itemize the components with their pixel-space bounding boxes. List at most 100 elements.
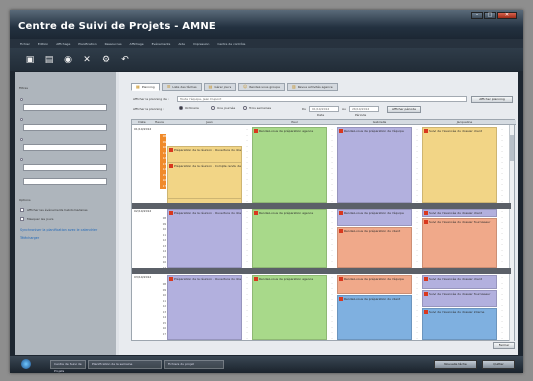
column-header-jean[interactable]: Jean: [167, 120, 252, 125]
planning-event[interactable]: Rendez-vous de préparation de l'équipe: [337, 127, 412, 203]
time-slot-column: – – – – – – – – – – – –: [413, 275, 421, 341]
menu-item-impression[interactable]: Impression: [193, 42, 209, 46]
planning-event[interactable]: Rendez-vous de préparation agence: [252, 127, 327, 203]
tab-group-meeting[interactable]: ☺ Rendez-vous groupe: [238, 83, 285, 91]
sidebar-field-2[interactable]: [23, 124, 107, 131]
minimize-button[interactable]: –: [471, 12, 483, 19]
event-title: Préparation de la réunion · Compte rendu…: [174, 163, 241, 168]
taskbar: Centre de Suivi de Projets Planification…: [10, 356, 523, 373]
sidebar-field-3[interactable]: [23, 144, 107, 151]
sidebar-checkbox-weekly[interactable]: Afficher les évènements hebdomadaires: [20, 208, 88, 212]
close-button[interactable]: ✕: [497, 12, 517, 19]
planning-event[interactable]: Préparation de la réunion · Ouverture du…: [167, 209, 242, 268]
quit-button[interactable]: Quitter: [482, 360, 515, 369]
day-separator: [132, 268, 511, 274]
sidebar-link-download[interactable]: Télécharger: [20, 236, 39, 240]
list-icon[interactable]: ▤: [44, 55, 54, 65]
sidebar-field-1[interactable]: [23, 104, 107, 111]
planning-event[interactable]: Préparation de la réunion · Compte rendu…: [167, 161, 242, 200]
tab-label: Rendez-vous groupe: [249, 85, 280, 89]
sidebar-radio[interactable]: [20, 138, 23, 141]
tab-label: Revue activités agence: [297, 85, 333, 89]
radio-dot-icon[interactable]: [179, 106, 183, 110]
planning-event[interactable]: Préparation de la réunion · Ouverture du…: [167, 275, 242, 340]
event-flag-icon: [254, 129, 258, 133]
planning-event[interactable]: Rendez-vous de préparation agence: [252, 209, 327, 268]
event-flag-icon: [339, 211, 343, 215]
planning-event[interactable]: Suivi de l'avancée du dossier interne: [422, 308, 497, 340]
apply-period-button[interactable]: Afficher période: [387, 106, 421, 113]
event-flag-icon: [169, 148, 173, 153]
window-controls: – □ ✕: [471, 12, 517, 19]
planning-event[interactable]: Rendez-vous de préparation du client: [337, 294, 412, 340]
menu-item-affichage-2[interactable]: Affichage: [130, 42, 144, 46]
menu-item-edition[interactable]: Edition: [38, 42, 48, 46]
planning-event[interactable]: Suivi de l'avancée du dossier client: [422, 127, 497, 203]
checkbox-icon[interactable]: [20, 217, 24, 221]
taskbar-item-fichiers[interactable]: Fichiers du projet: [164, 360, 224, 369]
menu-bar: Fichier Edition Affichage Planification …: [10, 39, 523, 48]
radio-dot-icon[interactable]: [243, 106, 247, 110]
event-title: Rendez-vous de préparation du client: [344, 229, 401, 233]
menu-item-affichage[interactable]: Affichage: [56, 42, 70, 46]
planning-event[interactable]: Suivi de l'avancée du dossier client: [422, 275, 497, 289]
date-caption: Date: [317, 113, 325, 117]
new-document-icon[interactable]: ▣: [25, 55, 35, 65]
start-orb-icon[interactable]: [21, 359, 31, 369]
tab-agency-review[interactable]: ▥ Revue activités agence: [286, 83, 338, 91]
tab-planning[interactable]: ▦ Planning: [131, 83, 160, 91]
sidebar-link-sync[interactable]: Synchroniser la planification avec le ca…: [20, 228, 97, 232]
column-header-gabrielle[interactable]: Gabrielle: [337, 120, 422, 125]
tab-label: Liste des tâches: [172, 85, 197, 89]
delete-icon[interactable]: ✕: [82, 55, 92, 65]
sidebar-checkbox-hide-days[interactable]: Masquer les jours: [20, 217, 53, 221]
planning-event[interactable]: Rendez-vous de préparation de l'équipe: [337, 209, 412, 226]
planning-event[interactable]: Suivi de l'avancée du dossier fournisseu…: [422, 218, 497, 268]
planning-event[interactable]: Rendez-vous de préparation du client: [337, 227, 412, 268]
hour-label: 17: [160, 183, 166, 189]
column-header-paul[interactable]: Paul: [252, 120, 337, 125]
event-title: Rendez-vous de préparation du client: [344, 296, 401, 301]
radio-label: Ordinaire: [185, 106, 199, 110]
planning-event[interactable]: Rendez-vous de préparation agence: [252, 275, 327, 340]
record-icon[interactable]: ◉: [63, 55, 73, 65]
radio-three-weeks[interactable]: Trois semaines: [243, 106, 271, 110]
sidebar-radio[interactable]: [20, 158, 23, 161]
menu-item-planification[interactable]: Planification: [78, 42, 96, 46]
radio-ordinary[interactable]: Ordinaire: [179, 106, 199, 110]
tab-manage-days[interactable]: ▤ Gérer jours: [203, 83, 237, 91]
planning-event[interactable]: Rendez-vous de préparation de l'équipe: [337, 275, 412, 294]
new-task-button[interactable]: Nouvelle tâche: [434, 360, 477, 369]
to-date-input[interactable]: 26/10/2012: [349, 106, 379, 112]
maximize-button[interactable]: □: [484, 12, 496, 19]
taskbar-item-suivi[interactable]: Centre de Suivi de Projets: [50, 360, 86, 373]
taskbar-item-planification[interactable]: Planification de la semaine: [88, 360, 162, 369]
menu-item-fichier[interactable]: Fichier: [20, 42, 30, 46]
close-planning-button[interactable]: Fermer: [493, 342, 515, 349]
menu-item-evenements[interactable]: Evénements: [152, 42, 171, 46]
event-flag-icon: [169, 277, 173, 281]
column-header-jacqueline[interactable]: Jacqueline: [422, 120, 507, 125]
sidebar-radio[interactable]: [20, 98, 23, 101]
radio-dot-icon[interactable]: [211, 106, 215, 110]
event-title: Suivi de l'avancée du dossier client: [429, 211, 482, 215]
menu-item-centre-controle[interactable]: Centre de contrôle: [217, 42, 245, 46]
sidebar-field-4[interactable]: [23, 164, 107, 171]
planning-for-input[interactable]: Toute l'équipe, Jean Dupont: [177, 96, 467, 102]
undo-icon[interactable]: ↶: [120, 55, 130, 65]
settings-icon[interactable]: ⚙: [101, 55, 111, 65]
menu-item-aide[interactable]: Aide: [178, 42, 185, 46]
sidebar-radio[interactable]: [20, 118, 23, 121]
radio-one-day[interactable]: Une journée: [211, 106, 235, 110]
show-planning-button[interactable]: Afficher planning: [471, 96, 513, 103]
sidebar-field-5[interactable]: [23, 178, 107, 185]
vertical-scrollbar[interactable]: [509, 125, 514, 341]
menu-item-ressources[interactable]: Ressources: [105, 42, 122, 46]
tab-task-list[interactable]: ☰ Liste des tâches: [161, 83, 202, 91]
planning-event[interactable]: Suivi de l'avancée du dossier client: [422, 209, 497, 217]
from-date-input[interactable]: 01/10/2012: [309, 106, 339, 112]
time-slot-column: – – – – – – – – – –: [498, 209, 506, 264]
planning-event[interactable]: Suivi de l'avancée du dossier fournisseu…: [422, 289, 497, 307]
checkbox-icon[interactable]: [20, 208, 24, 212]
scrollbar-thumb[interactable]: [510, 135, 514, 161]
